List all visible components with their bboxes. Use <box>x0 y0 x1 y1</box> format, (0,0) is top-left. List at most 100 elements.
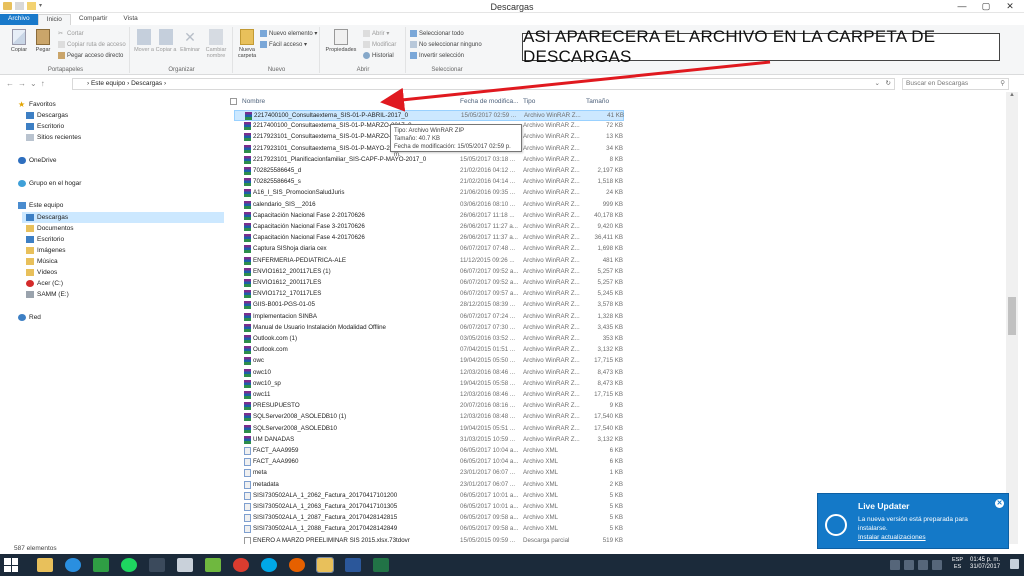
properties-button[interactable]: Propiedades <box>323 29 359 53</box>
table-row[interactable]: SISI730502ALA_1_2088_Factura_20170428142… <box>234 524 624 535</box>
table-row[interactable]: UM DAÑADAS 31/03/2015 10:59 ... Archivo Wi… <box>234 435 624 446</box>
table-row[interactable]: SISI730502ALA_1_2062_Factura_20170417101… <box>234 491 624 502</box>
table-row[interactable]: FACT_AAA9960 06/05/2017 10:04 a... Archivo… <box>234 457 624 468</box>
table-row[interactable]: 2217400100_Consultaexterna_SIS-01-P-ABRI… <box>234 110 624 121</box>
table-row[interactable]: metadata 23/01/2017 06:07 ... Archivo XML 2… <box>234 480 624 491</box>
taskbar-file-explorer[interactable] <box>34 556 56 574</box>
delete-button[interactable]: ✕ Eliminar <box>179 29 201 53</box>
move-to-button[interactable]: Mover a <box>133 29 155 53</box>
copy-button[interactable]: Copiar <box>8 29 30 53</box>
network-icon[interactable] <box>918 560 928 570</box>
table-row[interactable]: meta 23/01/2017 06:07 ... Archivo XML 1 KB <box>234 468 624 479</box>
history-button[interactable]: Historial <box>363 52 394 59</box>
maximize-button[interactable]: ▢ <box>974 0 998 12</box>
easy-access-button[interactable]: Fácil acceso ▾ <box>260 41 307 48</box>
close-button[interactable]: ✕ <box>998 0 1022 12</box>
table-row[interactable]: owc10 12/03/2016 08:46 ... Archivo WinRAR … <box>234 368 624 379</box>
column-fecha[interactable]: Fecha de modifica... <box>460 98 519 105</box>
chevron-down-icon[interactable]: ⌄ <box>875 79 880 89</box>
nav-acer-c[interactable]: Acer (C:) <box>26 280 63 287</box>
table-row[interactable]: owc11 12/03/2016 08:46 ... Archivo WinRAR … <box>234 390 624 401</box>
nav-musica[interactable]: Música <box>26 258 58 265</box>
language-indicator[interactable]: ESP ES <box>952 557 963 571</box>
invert-selection-button[interactable]: Invertir selección <box>410 52 464 59</box>
taskbar-chrome[interactable] <box>230 556 252 574</box>
nav-grupo-hogar[interactable]: Grupo en el hogar <box>18 180 81 187</box>
taskbar-excel[interactable] <box>370 556 392 574</box>
select-all-button[interactable]: Seleccionar todo <box>410 30 464 37</box>
new-item-button[interactable]: Nuevo elemento ▾ <box>260 30 317 37</box>
up-button[interactable]: ↑ <box>41 79 45 88</box>
nav-documentos[interactable]: Documentos <box>26 225 74 232</box>
table-row[interactable]: GIIS-B001-PGS-01-05 28/12/2015 08:39 ... A… <box>234 300 624 311</box>
nav-este-equipo[interactable]: Este equipo <box>18 202 63 209</box>
taskbar-store[interactable] <box>90 556 112 574</box>
nav-onedrive[interactable]: OneDrive <box>18 157 56 164</box>
install-updates-link[interactable]: Instalar actualizaciones <box>858 534 926 541</box>
taskbar-ie[interactable] <box>62 556 84 574</box>
nav-escritorio[interactable]: Escritorio <box>26 236 64 243</box>
taskbar-media[interactable] <box>146 556 168 574</box>
new-folder-button[interactable]: Nueva carpeta <box>236 29 258 59</box>
volume-icon[interactable] <box>932 560 942 570</box>
edit-button[interactable]: Modificar <box>363 41 396 48</box>
open-button[interactable]: Abrir ▾ <box>363 30 389 37</box>
copy-path-button[interactable]: Copiar ruta de acceso <box>58 41 126 48</box>
close-icon[interactable]: ✕ <box>995 499 1004 508</box>
taskbar-explorer-active[interactable] <box>314 556 336 574</box>
table-row[interactable]: SISI730502ALA_1_2087_Factura_20170428142… <box>234 513 624 524</box>
update-notification[interactable]: Live Updater La nueva versión está prepa… <box>817 493 1009 549</box>
tab-compartir[interactable]: Compartir <box>71 14 116 25</box>
action-center-icon[interactable] <box>1010 559 1019 569</box>
nav-favoritos-escritorio[interactable]: Escritorio <box>26 123 64 130</box>
select-all-checkbox[interactable] <box>230 98 237 105</box>
column-tipo[interactable]: Tipo <box>523 98 535 105</box>
table-row[interactable]: Capacitación Nacional Fase 4-20170626 26/… <box>234 233 624 244</box>
column-tamano[interactable]: Tamaño <box>586 98 609 105</box>
nav-favoritos[interactable]: ★ Favoritos <box>18 101 56 109</box>
nav-videos[interactable]: Vídeos <box>26 269 57 276</box>
table-row[interactable]: FACT_AAA9959 06/05/2017 10:04 a... Archivo… <box>234 446 624 457</box>
tab-inicio[interactable]: Inicio <box>37 14 71 25</box>
back-button[interactable]: ← <box>6 79 14 88</box>
table-row[interactable]: 702825586645_s 21/02/2016 04:14 ... Archiv… <box>234 177 624 188</box>
keyboard-icon[interactable] <box>890 560 900 570</box>
table-row[interactable]: A16_I_SIS_PromocionSaludJuris 21/06/2016 … <box>234 188 624 199</box>
table-row[interactable]: ENVIO1612_200117LES 06/07/2017 09:52 a...… <box>234 278 624 289</box>
table-row[interactable]: ENFERMERIA-PEDIATRICA-ALE 11/12/2015 09:2… <box>234 256 624 267</box>
tab-vista[interactable]: Vista <box>115 14 145 25</box>
nav-descargas[interactable]: Descargas <box>22 212 224 223</box>
table-row[interactable]: Implementacion SINBA 06/07/2017 07:24 ...… <box>234 312 624 323</box>
scroll-thumb[interactable] <box>1008 297 1016 335</box>
paste-shortcut-button[interactable]: Pegar acceso directo <box>58 52 123 59</box>
table-row[interactable]: SISI730502ALA_1_2063_Factura_20170417101… <box>234 502 624 513</box>
minimize-button[interactable]: — <box>950 0 974 12</box>
nav-samm-e[interactable]: SAMM (E:) <box>26 291 69 298</box>
taskbar-calculator[interactable] <box>202 556 224 574</box>
table-row[interactable]: calendario_SIS__2016 03/06/2016 08:10 ...… <box>234 200 624 211</box>
table-row[interactable]: ENVIO1612_200117LES (1) 06/07/2017 09:52 … <box>234 267 624 278</box>
copy-to-button[interactable]: Copiar a <box>155 29 177 53</box>
scroll-up-icon[interactable]: ▲ <box>1006 92 1018 102</box>
taskbar-word[interactable] <box>342 556 364 574</box>
table-row[interactable]: Outlook.com (1) 03/05/2016 03:52 ... Archi… <box>234 334 624 345</box>
search-input[interactable]: Buscar en Descargas ⚲ <box>902 78 1009 90</box>
table-row[interactable]: owc10_sp 19/04/2015 05:58 ... Archivo WinR… <box>234 379 624 390</box>
table-row[interactable]: SQLServer2008_ASOLEDB10 19/04/2015 05:51 … <box>234 424 624 435</box>
cut-button[interactable]: ✂ Cortar <box>58 30 84 38</box>
table-row[interactable]: Outlook.com 07/04/2015 01:51 ... Archivo W… <box>234 345 624 356</box>
nav-favoritos-descargas[interactable]: Descargas <box>26 112 68 119</box>
table-row[interactable]: Capacitación Nacional Fase 2-20170626 26/… <box>234 211 624 222</box>
address-field[interactable]: › Este equipo › Descargas › ⌄ ↻ <box>72 78 895 90</box>
table-row[interactable]: Manual de Usuario Instalación Modalidad … <box>234 323 624 334</box>
column-nombre[interactable]: Nombre <box>242 98 265 105</box>
nav-imagenes[interactable]: Imágenes <box>26 247 66 254</box>
forward-button[interactable]: → <box>18 79 26 88</box>
vertical-scrollbar[interactable]: ▲ <box>1006 92 1018 545</box>
taskbar-firefox[interactable] <box>286 556 308 574</box>
taskbar-skype[interactable] <box>258 556 280 574</box>
recent-locations-button[interactable]: ⌄ <box>30 79 37 88</box>
breadcrumb[interactable]: › Este equipo › Descargas › <box>87 80 166 87</box>
nav-red[interactable]: Red <box>18 314 41 321</box>
nav-sitios-recientes[interactable]: Sitios recientes <box>26 134 81 141</box>
